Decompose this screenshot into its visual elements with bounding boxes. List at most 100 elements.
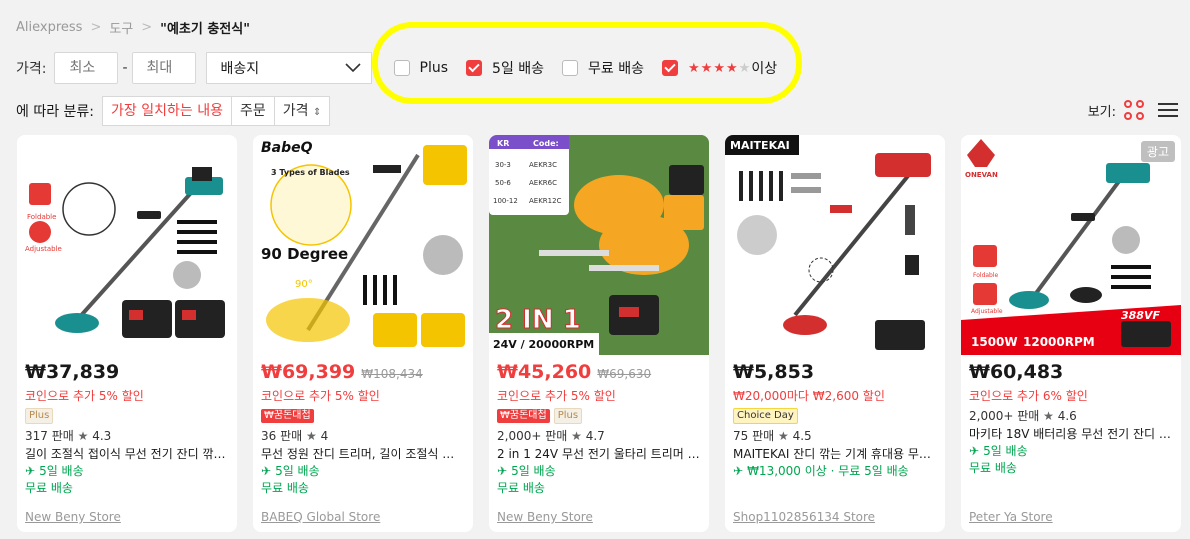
- trimmer-image-icon: Foldable Adjustable: [17, 135, 237, 355]
- rating-value: 4: [320, 429, 329, 443]
- ad-badge: 광고: [1140, 141, 1175, 162]
- grid-view-icon[interactable]: [1124, 100, 1144, 120]
- sort-orders[interactable]: 주문: [232, 97, 275, 125]
- shipping-speed: ₩13,000 이상 · 무료 5일 배송: [747, 464, 909, 478]
- five-day-filter-label: 5일 배송: [492, 61, 545, 77]
- image-caption: Free Adjustment: [263, 265, 321, 273]
- plus-filter-label: Plus: [419, 60, 449, 76]
- free-shipping-info: 무료 배송: [261, 481, 309, 495]
- five-day-filter-checkbox[interactable]: 5일 배송: [466, 58, 544, 78]
- free-shipping-info: 무료 배송: [25, 481, 73, 495]
- product-card[interactable]: KR Code: 30-3 AEKR3C 50-6 AEKR6C 100-12 …: [489, 135, 709, 532]
- image-caption: 1500W: [971, 335, 1018, 349]
- brand-logo-text: MAITEKAI: [730, 139, 790, 152]
- promo-text: 코인으로 추가 6% 할인: [969, 389, 1088, 403]
- breadcrumb-category[interactable]: 도구: [109, 18, 133, 37]
- image-caption: KR: [497, 139, 509, 148]
- trimmer-image-icon: MAITEKAI: [725, 135, 945, 355]
- rating-stars-icon: ★★★★★: [688, 60, 752, 76]
- product-title[interactable]: 길이 조절식 접이식 무선 전기 잔디 깎이...: [25, 445, 229, 463]
- max-price-input[interactable]: [131, 52, 196, 84]
- sold-rating: 2,000+ 판매 ★ 4.6: [969, 407, 1173, 425]
- original-price: ₩108,434: [361, 367, 423, 381]
- breadcrumb-separator: >: [141, 20, 153, 35]
- sort-bar: 에 따라 분류: 가장 일치하는 내용 주문 가격 ⇕: [16, 96, 331, 126]
- sold-count: 317 판매: [25, 429, 74, 443]
- product-image[interactable]: KR Code: 30-3 AEKR3C 50-6 AEKR6C 100-12 …: [489, 135, 709, 355]
- trimmer-image-icon: BabeQ 3 Types of Blades 90 Degree Free A…: [253, 135, 473, 355]
- store-link[interactable]: New Beny Store: [497, 510, 593, 524]
- rating-filter-checkbox[interactable]: ★★★★★ 이상: [662, 58, 777, 78]
- breadcrumb-home[interactable]: Aliexpress: [16, 20, 82, 35]
- shipping-speed: 5일 배송: [983, 444, 1028, 458]
- image-caption: 388VF: [1121, 309, 1160, 322]
- store-link[interactable]: Shop1102856134 Store: [733, 510, 875, 524]
- airplane-icon: ✈: [261, 464, 272, 478]
- list-view-icon[interactable]: [1158, 103, 1178, 117]
- product-title[interactable]: 무선 정원 잔디 트리머, 길이 조절식 잔디...: [261, 445, 465, 463]
- product-title[interactable]: MAITEKAI 잔디 깎는 기계 휴대용 무선 전...: [733, 445, 937, 463]
- sort-best-match[interactable]: 가장 일치하는 내용: [103, 97, 232, 125]
- shipping-speed: 5일 배송: [275, 464, 320, 478]
- store-link[interactable]: Peter Ya Store: [969, 510, 1053, 524]
- product-grid: Foldable Adjustable ₩37,839 코인으로 추가 5% 할…: [17, 135, 1181, 532]
- shipping-speed: 5일 배송: [511, 464, 556, 478]
- product-image[interactable]: Foldable Adjustable: [17, 135, 237, 355]
- checkbox-checked-icon: [662, 60, 679, 76]
- shipping-info: ✈ 5일 배송: [497, 463, 701, 480]
- breadcrumb: Aliexpress > 도구 > "예초기 충전식": [16, 18, 250, 37]
- free-shipping-info: 무료 배송: [497, 481, 545, 495]
- product-price: ₩37,839: [25, 361, 120, 383]
- sold-rating: 317 판매 ★ 4.3: [25, 427, 229, 445]
- checkbox-checked-icon: [466, 60, 483, 76]
- product-price: ₩45,260: [497, 361, 592, 383]
- promo-text: 코인으로 추가 5% 할인: [261, 389, 380, 403]
- image-caption: Code:: [533, 139, 559, 148]
- chevron-down-icon: [344, 63, 361, 73]
- sort-options: 가장 일치하는 내용 주문 가격 ⇕: [102, 96, 331, 126]
- product-image[interactable]: BabeQ 3 Types of Blades 90 Degree Free A…: [253, 135, 473, 355]
- choice-day-badge: Choice Day: [733, 408, 798, 424]
- product-image[interactable]: ONEVAN Foldable Adjustable 388VF 1500W 1…: [961, 135, 1181, 355]
- product-price: ₩69,399: [261, 361, 356, 383]
- image-caption: AEKR6C: [529, 179, 557, 187]
- free-shipping-filter-checkbox[interactable]: 무료 배송: [562, 58, 644, 78]
- product-card[interactable]: ONEVAN Foldable Adjustable 388VF 1500W 1…: [961, 135, 1181, 532]
- product-title[interactable]: 2 in 1 24V 무선 전기 울타리 트리머 잔디...: [497, 445, 701, 463]
- rating-value: 4.7: [585, 429, 605, 443]
- image-caption: AEKR3C: [529, 161, 557, 169]
- sort-arrows-icon: ⇕: [312, 107, 322, 118]
- image-caption: 50-6: [495, 179, 511, 187]
- star-icon: ★: [571, 429, 582, 443]
- sold-rating: 36 판매 ★ 4: [261, 427, 465, 445]
- promo-text: ₩20,000마다 ₩2,600 할인: [733, 389, 885, 403]
- product-card[interactable]: BabeQ 3 Types of Blades 90 Degree Free A…: [253, 135, 473, 532]
- product-card[interactable]: MAITEKAI ₩5,853 ₩20,000마다 ₩2,600 할인 Choi…: [725, 135, 945, 532]
- ship-from-select[interactable]: 배송지: [205, 52, 372, 84]
- product-price: ₩5,853: [733, 361, 815, 383]
- image-caption: 100-12: [493, 197, 518, 205]
- product-card[interactable]: Foldable Adjustable ₩37,839 코인으로 추가 5% 할…: [17, 135, 237, 532]
- rating-value: 4.3: [92, 429, 112, 443]
- sold-count: 2,000+ 판매: [969, 409, 1040, 423]
- plus-badge: Plus: [25, 408, 54, 424]
- image-caption: Adjustable: [971, 308, 1003, 315]
- store-link[interactable]: New Beny Store: [25, 510, 121, 524]
- product-image[interactable]: MAITEKAI: [725, 135, 945, 355]
- trimmer-image-icon: ONEVAN Foldable Adjustable 388VF 1500W 1…: [961, 135, 1181, 355]
- rating-value: 4.6: [1057, 409, 1077, 423]
- image-caption: 90°: [295, 279, 313, 290]
- ship-from-label: 배송지: [220, 61, 260, 77]
- filter-bar: 가격: - 배송지 Plus 5일 배송 무료 배송 ★★★★★ 이상: [16, 52, 795, 84]
- shipping-info: ✈ 5일 배송: [261, 463, 465, 480]
- plus-filter-checkbox[interactable]: Plus: [393, 60, 449, 76]
- promo-text: 코인으로 추가 5% 할인: [25, 389, 144, 403]
- star-icon: ★: [306, 429, 317, 443]
- promo-badge: ₩꿈돈대첩: [261, 409, 314, 423]
- min-price-input[interactable]: [54, 52, 119, 84]
- product-title[interactable]: 마키타 18V 배터리용 무선 전기 잔디 깎이...: [969, 425, 1173, 443]
- sort-price[interactable]: 가격 ⇕: [275, 97, 330, 125]
- store-link[interactable]: BABEQ Global Store: [261, 510, 380, 524]
- shipping-info: ✈ 5일 배송: [969, 443, 1173, 460]
- sort-label: 에 따라 분류:: [16, 104, 95, 120]
